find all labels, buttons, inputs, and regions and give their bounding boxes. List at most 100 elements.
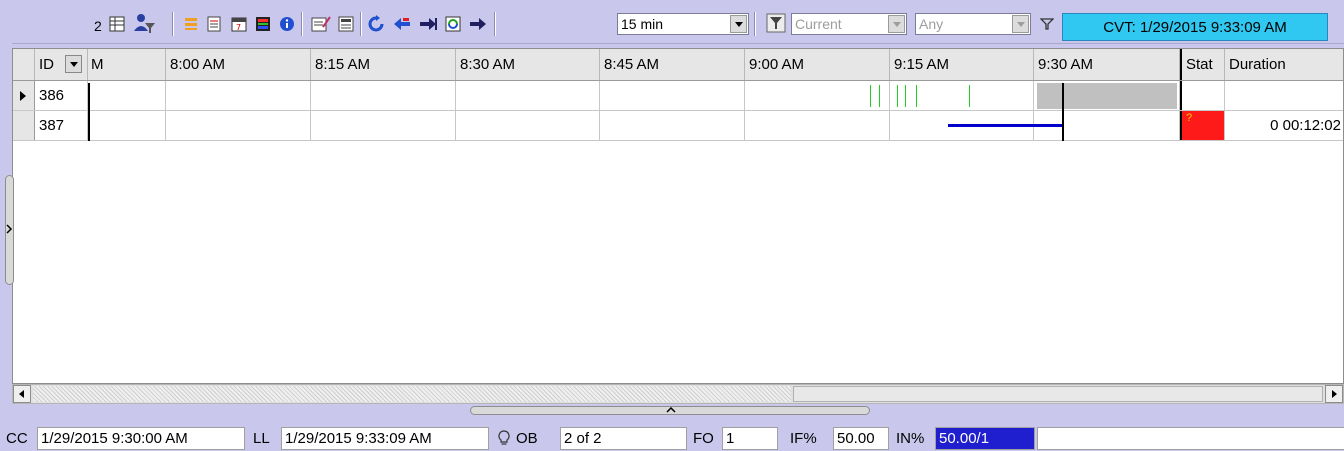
time-cell — [890, 81, 1034, 110]
current-time-line — [1062, 83, 1064, 141]
panel-splitter[interactable] — [470, 406, 870, 415]
interval-value: 15 min — [621, 16, 664, 32]
time-header-0845: 8:45 AM — [600, 49, 745, 80]
if-label: IF% — [790, 430, 817, 447]
time-cell — [311, 81, 456, 110]
horizontal-scrollbar[interactable] — [12, 384, 1344, 404]
status-spacer — [1037, 427, 1344, 450]
time-cell — [88, 111, 166, 140]
event-tick — [916, 85, 917, 107]
list-icon[interactable] — [182, 15, 200, 33]
duration-bar — [948, 124, 1064, 127]
future-block — [1037, 83, 1177, 109]
svg-text:7: 7 — [236, 23, 241, 32]
time-header-0830: 8:30 AM — [456, 49, 600, 80]
time-label: 9:15 AM — [894, 56, 950, 73]
ob-label: OB — [516, 430, 538, 447]
time-header-0930: 9:30 AM — [1034, 49, 1180, 80]
left-panel-handle[interactable] — [5, 175, 14, 285]
time-label: 8:30 AM — [460, 56, 516, 73]
notes-icon[interactable] — [205, 15, 223, 33]
time-cell — [456, 111, 600, 140]
next-icon[interactable] — [418, 15, 438, 33]
chevron-down-icon[interactable] — [888, 15, 905, 33]
previous-icon[interactable] — [392, 15, 412, 33]
grid-view-icon[interactable] — [108, 15, 126, 33]
time-header-partial: M — [88, 49, 166, 80]
stat-cell: ? — [1180, 111, 1225, 140]
funnel-icon[interactable] — [1039, 15, 1055, 33]
duration-cell — [1225, 81, 1343, 110]
scope-select[interactable]: Current — [791, 13, 907, 35]
scroll-thumb[interactable] — [793, 386, 1323, 402]
sync-icon[interactable] — [444, 15, 462, 33]
timeline-grid: ID M 8:00 AM 8:15 AM 8:30 AM 8:45 AM 9:0… — [12, 48, 1344, 384]
status-bar: CC 1/29/2015 9:30:00 AM LL 1/29/2015 9:3… — [0, 426, 1344, 451]
table-row[interactable]: 386 — [13, 81, 1343, 111]
event-tick — [879, 85, 880, 107]
match-value: Any — [919, 16, 944, 32]
time-header-0900: 9:00 AM — [745, 49, 890, 80]
time-cell — [745, 111, 890, 140]
interval-select[interactable]: 15 min — [617, 13, 749, 35]
color-scale-icon[interactable] — [254, 15, 272, 33]
event-tick — [905, 85, 906, 107]
filter-query-icon[interactable] — [765, 12, 787, 34]
duration-header-label: Duration — [1229, 56, 1286, 73]
forward-icon[interactable] — [468, 15, 488, 33]
chevron-up-icon — [666, 407, 676, 413]
report-icon[interactable] — [337, 15, 355, 33]
event-tick — [870, 85, 871, 107]
cc-label: CC — [6, 430, 28, 447]
id-header-label: ID — [39, 56, 54, 73]
event-tick — [897, 85, 898, 107]
partial-time-label: M — [91, 56, 104, 73]
time-cell — [166, 111, 311, 140]
stat-header-label: Stat — [1186, 56, 1213, 73]
in-label: IN% — [896, 430, 925, 447]
time-label: 8:45 AM — [604, 56, 660, 73]
column-divider — [88, 83, 90, 141]
stat-column-header[interactable]: Stat — [1180, 49, 1225, 80]
current-row-icon — [20, 91, 26, 101]
id-column-header[interactable]: ID — [35, 49, 88, 80]
scope-value: Current — [795, 16, 842, 32]
record-count: 2 — [94, 18, 102, 34]
row-indicator-header — [13, 49, 35, 80]
time-label: 8:00 AM — [170, 56, 226, 73]
edit-sheet-icon[interactable] — [310, 14, 332, 34]
filter-user-icon[interactable] — [132, 11, 156, 35]
in-field: 50.00/1 — [935, 427, 1035, 450]
time-cell — [311, 111, 456, 140]
row-selector[interactable] — [13, 81, 35, 110]
fo-field: 1 — [722, 427, 778, 450]
scroll-left-button[interactable] — [13, 385, 31, 403]
scroll-right-button[interactable] — [1325, 385, 1343, 403]
time-header-0800: 8:00 AM — [166, 49, 311, 80]
time-cell — [456, 81, 600, 110]
match-select[interactable]: Any — [915, 13, 1031, 35]
table-row[interactable]: 387 ? 0 00:12:02 — [13, 111, 1343, 141]
cvt-text: CVT: 1/29/2015 9:33:09 AM — [1103, 18, 1287, 36]
time-cell — [166, 81, 311, 110]
info-icon[interactable] — [278, 15, 296, 33]
chevron-down-icon[interactable] — [1012, 15, 1029, 33]
chevron-down-icon[interactable] — [730, 15, 747, 33]
stat-cell — [1180, 81, 1225, 110]
lightbulb-icon — [497, 430, 511, 446]
scroll-track[interactable] — [33, 386, 791, 402]
duration-cell: 0 00:12:02 — [1270, 117, 1341, 134]
duration-column-header[interactable]: Duration — [1225, 49, 1343, 80]
row-selector[interactable] — [13, 111, 35, 140]
grid-header: ID M 8:00 AM 8:15 AM 8:30 AM 8:45 AM 9:0… — [13, 49, 1343, 81]
time-label: 9:30 AM — [1038, 56, 1094, 73]
refresh-icon[interactable] — [367, 15, 385, 33]
chevron-right-icon — [6, 224, 13, 234]
calendar-icon[interactable]: 7 — [230, 15, 248, 33]
arrow-left-icon — [19, 390, 24, 398]
cc-field: 1/29/2015 9:30:00 AM — [37, 427, 245, 450]
arrow-right-icon — [1332, 390, 1337, 398]
time-cell — [600, 111, 745, 140]
time-label: 9:00 AM — [749, 56, 805, 73]
id-filter-dropdown[interactable] — [65, 55, 82, 73]
